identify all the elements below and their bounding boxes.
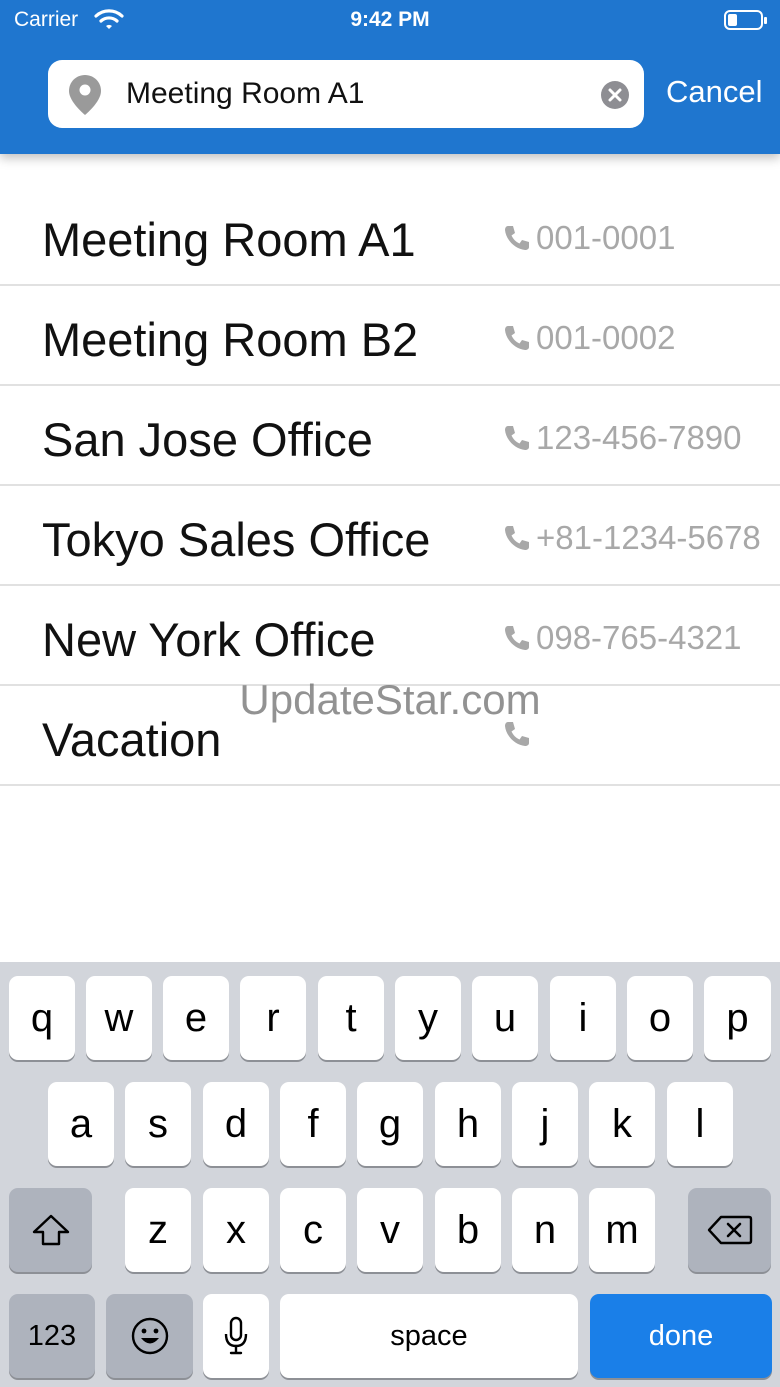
key-t[interactable]: t	[318, 976, 384, 1060]
status-time: 9:42 PM	[350, 8, 430, 31]
key-p[interactable]: p	[704, 976, 771, 1060]
search-bar	[48, 60, 644, 128]
key-o[interactable]: o	[627, 976, 693, 1060]
backspace-icon	[707, 1215, 752, 1245]
room-phone: +81-1234-5678	[502, 519, 761, 557]
search-input[interactable]	[126, 70, 586, 118]
key-k[interactable]: k	[589, 1082, 655, 1166]
key-v[interactable]: v	[357, 1188, 423, 1272]
clear-icon[interactable]	[600, 80, 630, 110]
room-name: San Jose Office	[42, 413, 373, 466]
list-item[interactable]: Meeting Room A1 001-0001	[0, 186, 780, 286]
list-item[interactable]: Meeting Room B2 001-0002	[0, 286, 780, 386]
key-z[interactable]: z	[125, 1188, 191, 1272]
phone-number: 123-456-7890	[536, 419, 742, 456]
key-r[interactable]: r	[240, 976, 306, 1060]
key-u[interactable]: u	[472, 976, 538, 1060]
phone-number: 001-0001	[536, 219, 676, 256]
room-name: New York Office	[42, 613, 376, 666]
phone-icon	[505, 526, 529, 550]
shift-key[interactable]	[9, 1188, 92, 1272]
key-m[interactable]: m	[589, 1188, 655, 1272]
key-s[interactable]: s	[125, 1082, 191, 1166]
cancel-button[interactable]: Cancel	[666, 74, 763, 110]
shift-icon	[32, 1214, 69, 1246]
phone-number: 098-765-4321	[536, 619, 742, 656]
phone-icon	[505, 326, 529, 350]
phone-number: 001-0002	[536, 319, 676, 356]
on-screen-keyboard: q w e r t y u i o p a s d f g h j k l z …	[0, 962, 780, 1387]
microphone-icon	[224, 1316, 248, 1355]
room-phone: 001-0001	[502, 219, 675, 257]
list-item[interactable]: New York Office 098-765-4321	[0, 586, 780, 686]
location-pin-icon	[68, 74, 102, 116]
key-c[interactable]: c	[280, 1188, 346, 1272]
backspace-key[interactable]	[688, 1188, 771, 1272]
phone-icon	[505, 426, 529, 450]
key-e[interactable]: e	[163, 976, 229, 1060]
room-phone: 001-0002	[502, 319, 675, 357]
done-key[interactable]: done	[590, 1294, 772, 1378]
emoji-key[interactable]	[106, 1294, 193, 1378]
phone-number: +81-1234-5678	[536, 519, 761, 556]
key-j[interactable]: j	[512, 1082, 578, 1166]
key-l[interactable]: l	[667, 1082, 733, 1166]
room-name: Meeting Room A1	[42, 213, 416, 266]
room-name: Meeting Room B2	[42, 313, 419, 366]
key-b[interactable]: b	[435, 1188, 501, 1272]
room-phone: 098-765-4321	[502, 619, 742, 657]
key-f[interactable]: f	[280, 1082, 346, 1166]
key-x[interactable]: x	[203, 1188, 269, 1272]
navigation-header: Carrier 9:42 PM Meeting Room A1 Cancel	[0, 0, 780, 154]
key-g[interactable]: g	[357, 1082, 423, 1166]
list-item[interactable]: Tokyo Sales Office +81-1234-5678	[0, 486, 780, 586]
key-i[interactable]: i	[550, 976, 616, 1060]
battery-icon	[724, 9, 768, 31]
microphone-key[interactable]	[203, 1294, 269, 1378]
emoji-icon	[131, 1317, 168, 1355]
status-bar: Carrier 9:42 PM	[0, 0, 780, 40]
phone-icon	[505, 226, 529, 250]
key-q[interactable]: q	[9, 976, 75, 1060]
phone-icon	[505, 626, 529, 650]
key-d[interactable]: d	[203, 1082, 269, 1166]
key-n[interactable]: n	[512, 1188, 578, 1272]
key-w[interactable]: w	[86, 976, 152, 1060]
key-a[interactable]: a	[48, 1082, 114, 1166]
key-h[interactable]: h	[435, 1082, 501, 1166]
room-phone: 123-456-7890	[502, 419, 742, 457]
space-key[interactable]: space	[280, 1294, 578, 1378]
list-item[interactable]: San Jose Office 123-456-7890	[0, 386, 780, 486]
key-y[interactable]: y	[395, 976, 461, 1060]
numbers-key[interactable]: 123	[9, 1294, 95, 1378]
watermark: UpdateStar.com	[239, 676, 541, 723]
room-name: Tokyo Sales Office	[42, 513, 431, 566]
